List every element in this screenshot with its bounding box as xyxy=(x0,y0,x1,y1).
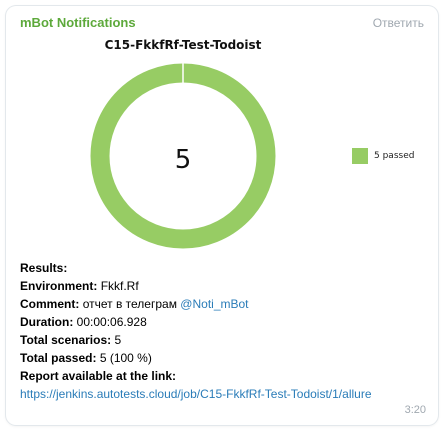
chart-center-value: 5 xyxy=(175,145,192,175)
donut-chart: 5 xyxy=(90,63,276,249)
mention-link[interactable]: @Noti_mBot xyxy=(180,297,248,311)
duration-row: Duration: 00:00:06.928 xyxy=(20,315,147,329)
total-passed-value: 5 (100 %) xyxy=(99,351,152,365)
results-heading: Results: xyxy=(20,261,68,275)
chart-image[interactable]: C15-FkkfRf-Test-Todoist 5 5 passed xyxy=(20,38,430,249)
chart-title: C15-FkkfRf-Test-Todoist xyxy=(104,38,262,52)
message-bubble: mBot Notifications Ответить C15-FkkfRf-T… xyxy=(6,6,438,425)
total-passed-row: Total passed: 5 (100 %) xyxy=(20,351,152,365)
duration-value: 00:00:06.928 xyxy=(76,315,147,329)
total-scenarios-value: 5 xyxy=(114,333,122,347)
sender-name[interactable]: mBot Notifications xyxy=(20,15,136,30)
legend-swatch-passed xyxy=(352,148,368,164)
report-link[interactable]: https://jenkins.autotests.cloud/job/C15-… xyxy=(20,387,372,401)
environment-value: Fkkf.Rf xyxy=(100,279,139,293)
chart-legend: 5 passed xyxy=(352,148,414,164)
report-text: Results: Environment: Fkkf.Rf Comment: о… xyxy=(20,259,372,403)
report-link-label: Report available at the link: xyxy=(20,369,177,383)
legend-label-passed: 5 passed xyxy=(374,151,415,161)
total-scenarios-row: Total scenarios: 5 xyxy=(20,333,122,347)
environment-row: Environment: Fkkf.Rf xyxy=(20,279,139,293)
reply-button[interactable]: Ответить xyxy=(373,16,424,30)
comment-value: отчет в телеграм xyxy=(82,297,177,311)
message-time: 3:20 xyxy=(404,404,426,416)
comment-row: Comment: отчет в телеграм @Noti_mBot xyxy=(20,297,249,311)
